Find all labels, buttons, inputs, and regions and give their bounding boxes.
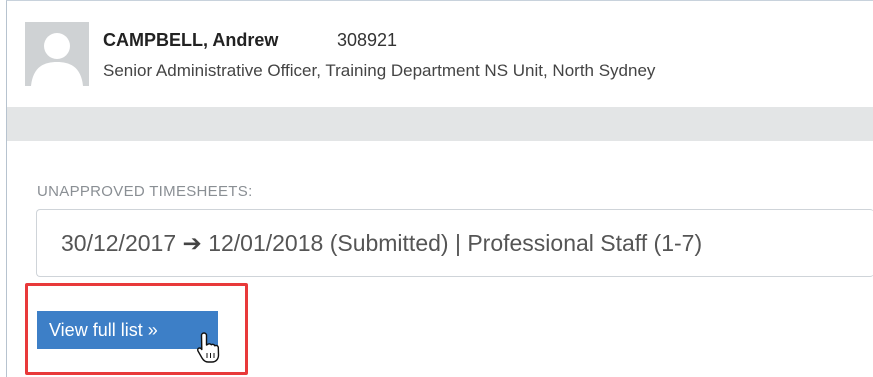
employee-panel: CAMPBELL, Andrew 308921 Senior Administr… bbox=[6, 0, 873, 377]
employee-id: 308921 bbox=[337, 30, 398, 50]
employee-role: Senior Administrative Officer, Training … bbox=[103, 61, 656, 80]
hand-pointer-icon bbox=[195, 331, 225, 365]
avatar-placeholder-icon bbox=[25, 22, 89, 86]
timesheet-start-date: 30/12/2017 bbox=[61, 230, 177, 256]
timesheet-entry[interactable]: 30/12/2017 ➔ 12/01/2018 (Submitted) | Pr… bbox=[36, 209, 873, 277]
divider-band bbox=[7, 107, 873, 141]
timesheet-entry-text: 30/12/2017 ➔ 12/01/2018 (Submitted) | Pr… bbox=[61, 230, 702, 257]
view-full-list-button[interactable]: View full list » bbox=[37, 311, 218, 349]
employee-name: CAMPBELL, Andrew bbox=[103, 30, 279, 50]
unapproved-timesheets-label: UNAPPROVED TIMESHEETS: bbox=[37, 183, 253, 200]
right-arrow-icon: ➔ bbox=[182, 230, 202, 256]
timesheet-details: 12/01/2018 (Submitted) | Professional St… bbox=[208, 230, 703, 256]
